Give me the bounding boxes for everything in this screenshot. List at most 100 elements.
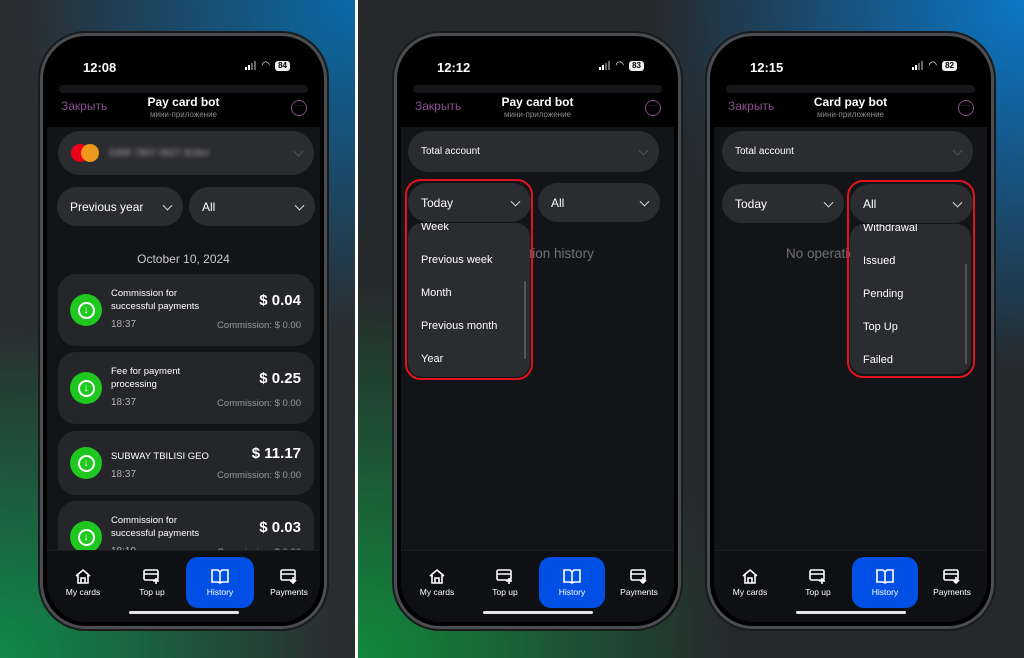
transaction-title: SUBWAY TBILISI GEO: [111, 451, 209, 462]
phone-1: 12:08 ◠ 84 Закрыть Pay card bot мини-при…: [40, 33, 327, 629]
book-icon: [876, 569, 894, 584]
tab-bar: My cards Top up History Payments: [47, 550, 320, 622]
account-selector-value: Total account: [735, 146, 794, 157]
tab-label: Top up: [139, 587, 165, 597]
tab-payments[interactable]: Payments: [918, 557, 986, 608]
transaction-commission: Commission: $ 0.00: [217, 320, 301, 331]
account-selector[interactable]: Total account: [408, 131, 659, 172]
transaction-amount: $ 0.25: [259, 370, 301, 387]
tab-payments[interactable]: Payments: [255, 557, 320, 608]
tab-my-cards[interactable]: My cards: [716, 557, 784, 608]
tab-label: My cards: [732, 587, 768, 597]
transaction-title: Fee for payment processing: [111, 366, 181, 390]
period-filter-value: Today: [735, 196, 768, 211]
card-download-icon: [280, 569, 297, 584]
app-subtitle: мини-приложение: [816, 110, 885, 119]
tab-history[interactable]: History: [852, 557, 918, 608]
book-icon: [211, 569, 229, 584]
app-title: Pay card bot: [147, 95, 220, 109]
tab-my-cards[interactable]: My cards: [49, 557, 117, 608]
tab-label: Payments: [270, 587, 308, 597]
more-icon[interactable]: ···: [291, 100, 307, 116]
tab-top-up[interactable]: Top up: [118, 557, 186, 608]
tab-label: History: [871, 587, 899, 597]
chevron-down-icon: [162, 200, 173, 211]
card-plus-icon: [143, 569, 159, 584]
account-selector-value: Total account: [421, 146, 480, 157]
more-icon[interactable]: ···: [645, 100, 661, 116]
chevron-down-icon: [294, 200, 305, 211]
header-handle: [59, 85, 308, 93]
tab-label: Payments: [933, 587, 971, 597]
phone-2: 12:12 ◠ 83 Закрыть Pay card bot мини-при…: [394, 33, 681, 629]
app-subtitle: мини-приложение: [149, 110, 218, 119]
tab-bar: My cards Top up History Payments: [401, 550, 674, 622]
tab-top-up[interactable]: Top up: [784, 557, 852, 608]
transaction-time: 18:37: [111, 319, 137, 330]
transaction-title: Commission for successful payments: [111, 288, 200, 312]
signal-icon: [599, 61, 611, 70]
status-time: 12:15: [750, 60, 784, 75]
type-filter-value: All: [202, 199, 216, 214]
tab-top-up[interactable]: Top up: [471, 557, 539, 608]
transaction-commission: Commission: $ 0.00: [217, 398, 301, 409]
tab-label: My cards: [65, 587, 101, 597]
card-plus-icon: [809, 569, 825, 584]
transaction-title: Commission for successful payments: [111, 515, 200, 539]
chevron-down-icon: [293, 146, 304, 157]
transaction-amount: $ 0.03: [259, 519, 301, 536]
tab-my-cards[interactable]: My cards: [403, 557, 471, 608]
card-plus-icon: [496, 569, 512, 584]
arrow-down-circle-icon: ↓: [70, 447, 102, 479]
home-icon: [429, 568, 445, 584]
chevron-down-icon: [639, 196, 650, 207]
tab-label: My cards: [419, 587, 455, 597]
header-handle: [413, 85, 662, 93]
phone-3: 12:15 ◠ 82 Закрыть Card pay bot мини-при…: [707, 33, 994, 629]
tab-label: Top up: [805, 587, 831, 597]
transaction-time: 18:37: [111, 469, 137, 480]
header-handle: [726, 85, 975, 93]
period-filter[interactable]: Today: [722, 184, 844, 223]
app-subtitle: мини-приложение: [503, 110, 572, 119]
type-filter[interactable]: All: [189, 187, 315, 226]
type-filter[interactable]: All: [538, 183, 660, 222]
card-selector[interactable]: 5395 7807 0527 815m: [58, 131, 314, 175]
battery-icon: 84: [275, 60, 290, 71]
signal-icon: [912, 61, 924, 70]
tab-bar: My cards Top up History Payments: [714, 550, 987, 622]
period-filter[interactable]: Previous year: [57, 187, 183, 226]
transaction-amount: $ 11.17: [251, 445, 301, 462]
tab-payments[interactable]: Payments: [605, 557, 673, 608]
home-indicator[interactable]: [128, 611, 239, 614]
home-indicator[interactable]: [795, 611, 906, 614]
status-time: 12:08: [83, 60, 117, 75]
home-indicator[interactable]: [482, 611, 593, 614]
home-icon: [742, 568, 758, 584]
book-icon: [563, 569, 581, 584]
mastercard-logo-icon: [71, 144, 99, 162]
signal-icon: [245, 61, 257, 70]
transaction-commission: Commission: $ 0.00: [217, 470, 301, 481]
chevron-down-icon: [638, 145, 649, 156]
app-title: Card pay bot: [813, 95, 888, 109]
transaction-item[interactable]: ↓ Fee for payment processing $ 0.25 18:3…: [58, 352, 314, 424]
transaction-time: 18:37: [111, 397, 137, 408]
account-selector[interactable]: Total account: [722, 131, 973, 172]
transaction-amount: $ 0.04: [259, 292, 301, 309]
card-download-icon: [630, 569, 647, 584]
tab-history[interactable]: History: [539, 557, 605, 608]
status-icons: ◠ 84: [245, 60, 290, 71]
tab-label: History: [206, 587, 234, 597]
tab-history[interactable]: History: [186, 557, 254, 608]
tab-label: History: [558, 587, 586, 597]
date-group-label: October 10, 2024: [137, 252, 230, 266]
wifi-icon: ◠: [615, 60, 625, 71]
transaction-item[interactable]: ↓ SUBWAY TBILISI GEO $ 11.17 18:37 Commi…: [58, 431, 314, 495]
arrow-down-circle-icon: ↓: [70, 372, 102, 404]
home-icon: [75, 568, 91, 584]
app-title: Pay card bot: [501, 95, 574, 109]
more-icon[interactable]: ···: [958, 100, 974, 116]
transaction-item[interactable]: ↓ Commission for successful payments $ 0…: [58, 274, 314, 346]
highlight-box: [405, 179, 533, 380]
